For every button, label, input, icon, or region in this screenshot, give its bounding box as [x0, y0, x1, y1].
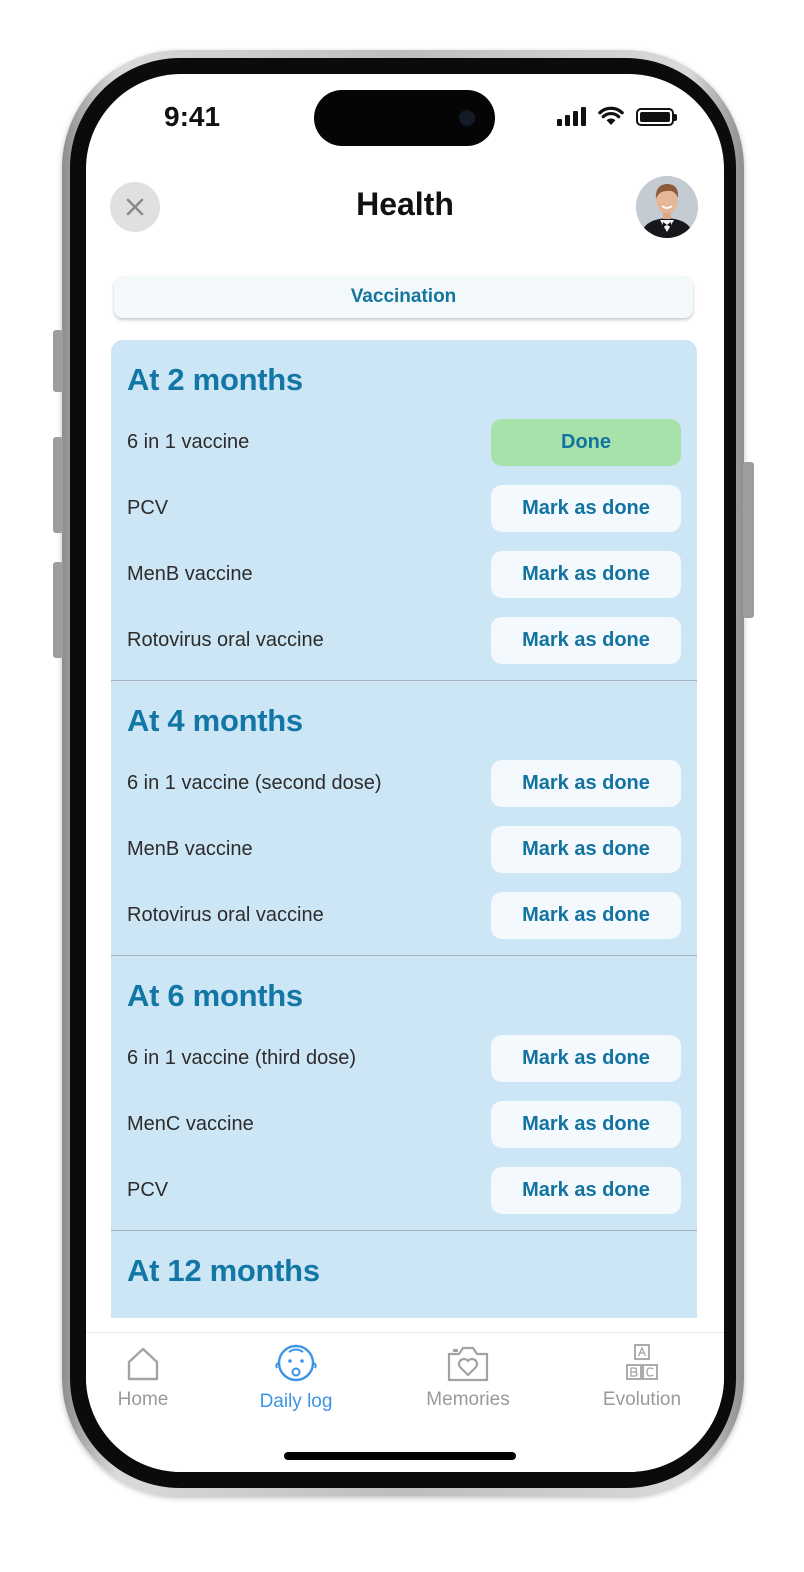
- status-time: 9:41: [164, 101, 221, 132]
- schedule-section-2-months: At 2 months 6 in 1 vaccine Done PCV Mark…: [111, 340, 697, 681]
- vaccination-schedule[interactable]: At 2 months 6 in 1 vaccine Done PCV Mark…: [111, 340, 697, 1318]
- vaccine-row: MenC vaccine Mark as done: [127, 1100, 681, 1148]
- dynamic-island: [314, 90, 495, 146]
- vaccine-row: PCV Mark as done: [127, 1166, 681, 1214]
- wifi-icon: [598, 106, 624, 125]
- tab-home[interactable]: Home: [86, 1343, 213, 1411]
- vaccine-name: PCV: [127, 496, 169, 519]
- done-button[interactable]: Done: [491, 418, 681, 466]
- baby-face-icon: [275, 1344, 317, 1382]
- mark-as-done-button[interactable]: Mark as done: [491, 891, 681, 939]
- tab-home-label: Home: [117, 1389, 169, 1410]
- cellular-signal-icon: [557, 106, 586, 126]
- vaccine-name: PCV: [127, 1178, 169, 1201]
- camera-icon: [459, 110, 475, 126]
- vaccine-name: 6 in 1 vaccine (second dose): [127, 771, 382, 794]
- section-title: At 4 months: [127, 703, 303, 738]
- battery-icon: [636, 108, 677, 126]
- mark-as-done-button[interactable]: Mark as done: [491, 825, 681, 873]
- tab-evolution[interactable]: Evolution: [572, 1343, 712, 1411]
- tab-memories[interactable]: Memories: [398, 1343, 538, 1411]
- schedule-section-6-months: At 6 months 6 in 1 vaccine (third dose) …: [111, 956, 697, 1231]
- tab-vaccination[interactable]: Vaccination: [114, 276, 693, 318]
- vaccine-name: MenB vaccine: [127, 562, 253, 585]
- profile-photo: [636, 176, 698, 238]
- vaccine-name: Rotovirus oral vaccine: [127, 628, 324, 651]
- tab-daily-log-label: Daily log: [259, 1391, 333, 1412]
- action-button: [53, 330, 63, 392]
- vaccine-row: 6 in 1 vaccine (second dose) Mark as don…: [127, 759, 681, 807]
- vaccine-row: 6 in 1 vaccine (third dose) Mark as done: [127, 1034, 681, 1082]
- tab-evolution-label: Evolution: [602, 1389, 682, 1410]
- tab-memories-label: Memories: [426, 1389, 510, 1410]
- mark-as-done-button[interactable]: Mark as done: [491, 484, 681, 532]
- camera-heart-icon: [447, 1346, 489, 1382]
- bottom-tab-bar: Home Daily log Memories Evolution: [86, 1332, 724, 1472]
- power-button: [743, 462, 754, 618]
- vaccine-row: MenB vaccine Mark as done: [127, 550, 681, 598]
- mark-as-done-button[interactable]: Mark as done: [491, 550, 681, 598]
- vaccine-name: 6 in 1 vaccine (third dose): [127, 1046, 357, 1069]
- page-title: Health: [356, 186, 454, 222]
- home-icon: [127, 1347, 159, 1381]
- schedule-section-4-months: At 4 months 6 in 1 vaccine (second dose)…: [111, 681, 697, 956]
- vaccine-name: MenB vaccine: [127, 837, 253, 860]
- vaccine-row: MenB vaccine Mark as done: [127, 825, 681, 873]
- avatar[interactable]: [636, 176, 698, 238]
- tab-daily-log[interactable]: Daily log: [226, 1343, 366, 1413]
- vaccine-row: Rotovirus oral vaccine Mark as done: [127, 616, 681, 664]
- vaccine-name: MenC vaccine: [127, 1112, 254, 1135]
- schedule-section-12-months: At 12 months: [111, 1231, 697, 1318]
- vaccine-name: 6 in 1 vaccine: [127, 430, 250, 453]
- vaccine-row: PCV Mark as done: [127, 484, 681, 532]
- mark-as-done-button[interactable]: Mark as done: [491, 1100, 681, 1148]
- vaccine-row: 6 in 1 vaccine Done: [127, 418, 681, 466]
- volume-up-button: [53, 437, 63, 533]
- section-title: At 6 months: [127, 978, 303, 1013]
- mark-as-done-button[interactable]: Mark as done: [491, 616, 681, 664]
- mark-as-done-button[interactable]: Mark as done: [491, 1034, 681, 1082]
- volume-down-button: [53, 562, 63, 658]
- abc-blocks-icon: [626, 1344, 658, 1380]
- mark-as-done-button[interactable]: Mark as done: [491, 1166, 681, 1214]
- vaccine-name: Rotovirus oral vaccine: [127, 903, 324, 926]
- mark-as-done-button[interactable]: Mark as done: [491, 759, 681, 807]
- vaccine-row: Rotovirus oral vaccine Mark as done: [127, 891, 681, 939]
- app-screen: 9:41 Health Vaccination At 2 months 6 in…: [86, 74, 724, 1472]
- section-title: At 12 months: [127, 1253, 320, 1288]
- status-icons: [557, 106, 677, 126]
- tab-vaccination-label: Vaccination: [350, 286, 457, 307]
- home-indicator: [284, 1452, 516, 1460]
- section-title: At 2 months: [127, 362, 303, 397]
